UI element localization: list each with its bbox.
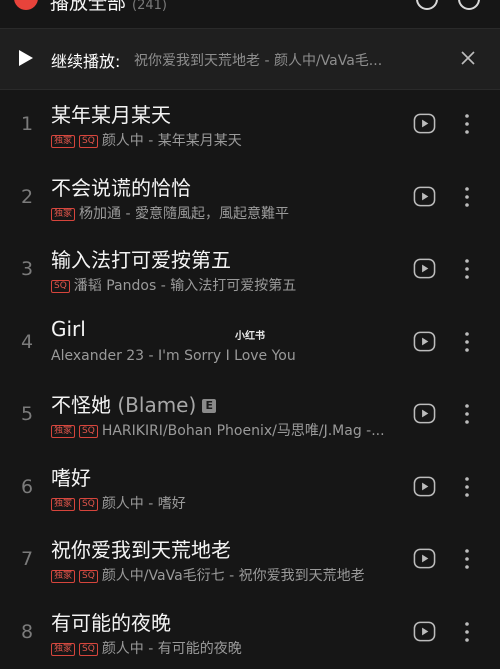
exclusive-badge: 独家	[51, 425, 75, 438]
song-index: 1	[10, 113, 44, 135]
song-title-wrap: 输入法打可爱按第五	[51, 244, 231, 273]
list-header: 播放全部 (241)	[0, 0, 500, 28]
song-title: 不怪她	[51, 393, 111, 417]
song-meta: 独家 SQ 颜人中 - 有可能的夜晚	[51, 638, 401, 658]
sq-badge: SQ	[79, 570, 98, 583]
more-options-icon[interactable]	[460, 185, 474, 209]
sq-badge: SQ	[79, 135, 98, 148]
video-play-icon[interactable]	[413, 402, 436, 425]
song-row[interactable]: 8 有可能的夜晚独家 SQ 颜人中 - 有可能的夜晚	[0, 597, 500, 669]
song-artist-album: Alexander 23 - I'm Sorry I Love You	[51, 348, 296, 364]
song-title: 不会说谎的恰恰	[51, 176, 191, 200]
song-title: 有可能的夜晚	[51, 611, 171, 635]
video-play-icon[interactable]	[413, 112, 436, 135]
song-subtitle: (Blame)	[117, 393, 196, 417]
exclusive-badge: 独家	[51, 570, 75, 583]
song-meta: 独家 SQ 颜人中 - 某年某月某天	[51, 130, 401, 150]
download-icon[interactable]	[416, 0, 438, 10]
explicit-badge: E	[202, 399, 216, 413]
song-title: Girl	[51, 317, 86, 341]
song-title-wrap: 不怪她 (Blame) E	[51, 389, 216, 418]
continue-label: 继续播放:	[51, 48, 120, 72]
video-play-icon[interactable]	[413, 620, 436, 643]
play-all-label: 播放全部	[50, 0, 126, 14]
video-play-icon[interactable]	[413, 185, 436, 208]
exclusive-badge: 独家	[51, 135, 75, 148]
song-title-wrap: 祝你爱我到天荒地老	[51, 534, 231, 563]
song-title: 输入法打可爱按第五	[51, 248, 231, 272]
song-artist-album: HARIKIRI/Bohan Phoenix/马思唯/J.Mag -...	[102, 423, 385, 439]
song-index: 3	[10, 258, 44, 280]
song-title: 嗜好	[51, 466, 91, 490]
song-artist-album: 颜人中 - 某年某月某天	[102, 133, 242, 149]
more-options-icon[interactable]	[460, 547, 474, 571]
more-options-icon[interactable]	[460, 330, 474, 354]
song-index: 8	[10, 621, 44, 643]
more-options-icon[interactable]	[460, 112, 474, 136]
video-play-icon[interactable]	[413, 257, 436, 280]
sq-badge: SQ	[79, 643, 98, 656]
song-row[interactable]: 2 不会说谎的恰恰独家杨加通 - 愛意隨風起，風起意難平	[0, 162, 500, 235]
song-row[interactable]: 7 祝你爱我到天荒地老独家 SQ 颜人中/VaVa毛衍七 - 祝你爱我到天荒地老	[0, 524, 500, 597]
video-play-icon[interactable]	[413, 330, 436, 353]
sq-badge: SQ	[79, 498, 98, 511]
song-meta: Alexander 23 - I'm Sorry I Love You	[51, 348, 401, 364]
song-index: 2	[10, 186, 44, 208]
song-row[interactable]: 5 不怪她 (Blame) E 独家 SQ HARIKIRI/Bohan Phoenix/…	[0, 379, 500, 452]
video-play-icon[interactable]	[413, 547, 436, 570]
watermark: 小红书	[235, 327, 265, 342]
song-index: 5	[10, 403, 44, 425]
more-options-icon[interactable]	[460, 620, 474, 644]
song-meta: 独家 SQ HARIKIRI/Bohan Phoenix/马思唯/J.Mag -..…	[51, 420, 401, 440]
song-artist-album: 颜人中 - 有可能的夜晚	[102, 641, 242, 657]
song-title-wrap: 有可能的夜晚	[51, 607, 171, 636]
video-play-icon[interactable]	[413, 475, 436, 498]
more-options-icon[interactable]	[460, 402, 474, 426]
song-meta: 独家 SQ 颜人中/VaVa毛衍七 - 祝你爱我到天荒地老	[51, 565, 401, 585]
exclusive-badge: 独家	[51, 208, 75, 221]
song-index: 4	[10, 331, 44, 353]
song-index: 6	[10, 476, 44, 498]
more-options-icon[interactable]	[460, 257, 474, 281]
song-row[interactable]: 6 嗜好独家 SQ 颜人中 - 嗜好	[0, 452, 500, 525]
song-row[interactable]: 1 某年某月某天独家 SQ 颜人中 - 某年某月某天	[0, 89, 500, 162]
song-title-wrap: 嗜好	[51, 462, 91, 491]
continue-playing-bar[interactable]: 继续播放: 祝你爱我到天荒地老 - 颜人中/VaVa毛...	[0, 28, 500, 90]
song-index: 7	[10, 548, 44, 570]
song-artist-album: 杨加通 - 愛意隨風起，風起意難平	[79, 206, 289, 222]
song-title-wrap: Girl	[51, 317, 86, 341]
song-title: 某年某月某天	[51, 103, 171, 127]
song-artist-album: 潘韬 Pandos - 输入法打可爱按第五	[74, 278, 296, 294]
song-meta: 独家杨加通 - 愛意隨風起，風起意難平	[51, 203, 401, 223]
song-artist-album: 颜人中 - 嗜好	[102, 496, 186, 512]
exclusive-badge: 独家	[51, 498, 75, 511]
song-count: (241)	[132, 0, 167, 13]
exclusive-badge: 独家	[51, 643, 75, 656]
continue-track-info: 祝你爱我到天荒地老 - 颜人中/VaVa毛...	[134, 50, 444, 70]
more-options-icon[interactable]	[460, 475, 474, 499]
song-row[interactable]: 4 Girl Alexander 23 - I'm Sorry I Love You	[0, 307, 500, 380]
song-meta: 独家 SQ 颜人中 - 嗜好	[51, 493, 401, 513]
play-all-button[interactable]: 播放全部 (241)	[50, 0, 167, 15]
close-icon[interactable]	[458, 48, 478, 68]
song-title: 祝你爱我到天荒地老	[51, 538, 231, 562]
song-list: 1某年某月某天独家SQ颜人中 - 某年某月某天2不会说谎的恰恰独家杨加通 - 愛…	[0, 89, 500, 669]
song-row[interactable]: 3 输入法打可爱按第五 SQ 潘韬 Pandos - 输入法打可爱按第五	[0, 234, 500, 307]
sq-badge: SQ	[79, 425, 98, 438]
song-meta: SQ 潘韬 Pandos - 输入法打可爱按第五	[51, 275, 401, 295]
play-icon[interactable]	[19, 50, 33, 66]
multi-select-icon[interactable]	[458, 0, 480, 10]
song-artist-album: 颜人中/VaVa毛衍七 - 祝你爱我到天荒地老	[102, 568, 365, 584]
song-title-wrap: 某年某月某天	[51, 99, 171, 128]
song-title-wrap: 不会说谎的恰恰	[51, 172, 191, 201]
sq-badge: SQ	[51, 280, 70, 293]
play-all-icon[interactable]	[14, 0, 38, 10]
